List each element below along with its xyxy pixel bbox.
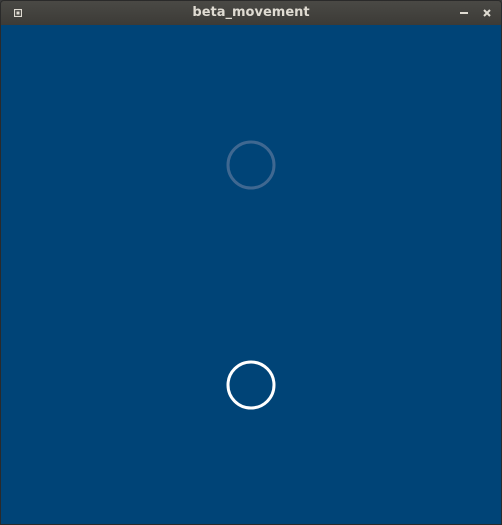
title-bar[interactable]: beta_movement xyxy=(1,1,501,25)
drawing-canvas xyxy=(1,25,501,524)
minimize-icon[interactable] xyxy=(458,7,470,19)
app-window: beta_movement xyxy=(0,0,502,525)
window-title: beta_movement xyxy=(192,5,310,20)
close-icon[interactable] xyxy=(481,7,493,19)
canvas-background xyxy=(1,25,501,524)
